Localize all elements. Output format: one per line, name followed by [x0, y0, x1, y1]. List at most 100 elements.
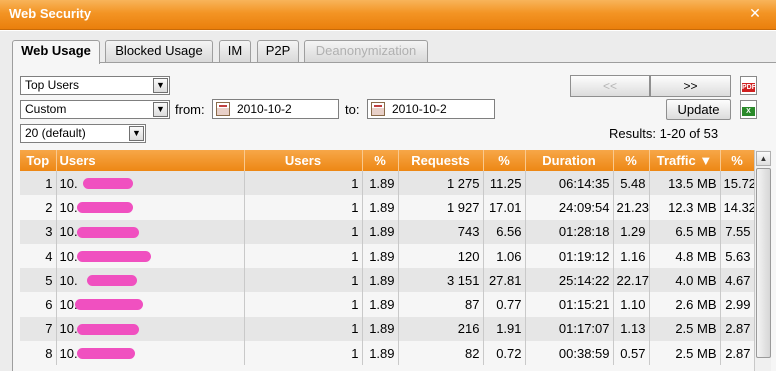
tab-im[interactable]: IM: [219, 40, 251, 62]
col-traffic[interactable]: Traffic ▼: [649, 150, 721, 171]
scroll-thumb[interactable]: [756, 168, 771, 358]
limit-select[interactable]: 20 (default) ▼: [20, 124, 146, 143]
cell-duration-pct: 1.10: [613, 292, 650, 317]
results-count: Results: 1-20 of 53: [609, 126, 719, 141]
cell-traffic: 4.0 MB: [649, 268, 721, 293]
cell-users-pct: 1.89: [362, 195, 399, 220]
tab-blocked-usage[interactable]: Blocked Usage: [105, 40, 213, 62]
cell-users: 1: [244, 316, 363, 342]
redaction-mark: [76, 323, 139, 335]
cell-duration-pct: 1.29: [613, 219, 650, 244]
cell-traffic: 13.5 MB: [649, 171, 721, 196]
redaction-mark: [86, 275, 137, 287]
table-row[interactable]: 3 10. 1 1.89 743 6.56 01:28:18 1.29 6.5 MB 7.55: [20, 219, 755, 244]
redaction-mark: [74, 299, 143, 311]
col-requests[interactable]: Requests: [398, 150, 484, 171]
cell-traffic-pct: 7.55: [720, 219, 755, 244]
user-ip-text: 10.: [59, 175, 78, 191]
next-page-button[interactable]: >>: [650, 75, 731, 97]
col-requests-pct[interactable]: %: [483, 150, 526, 171]
col-duration-pct[interactable]: %: [613, 150, 650, 171]
cell-top: 8: [20, 341, 57, 366]
cell-user: 10.: [56, 292, 245, 317]
user-ip-text: 10.: [59, 321, 78, 337]
cell-requests-pct: 17.01: [483, 195, 526, 220]
table-row[interactable]: 5 10. 1 1.89 3 151 27.81 25:14:22 22.17 4.0 MB 4.…: [20, 268, 755, 293]
update-button[interactable]: Update: [666, 99, 731, 120]
tab-p2p[interactable]: P2P: [257, 40, 299, 62]
table-row[interactable]: 2 10. 1 1.89 1 927 17.01 24:09:54 21.23 12.3 MB 1…: [20, 195, 755, 220]
calendar-icon[interactable]: [216, 102, 230, 116]
redaction-mark: [76, 202, 133, 214]
cell-duration: 01:17:07: [525, 316, 614, 342]
table-row[interactable]: 1 10. 1 1.89 1 275 11.25 06:14:35 5.48 13.5 MB 15…: [20, 171, 755, 196]
to-label: to:: [345, 102, 360, 117]
cell-top: 1: [20, 171, 57, 196]
cell-duration: 00:38:59: [525, 341, 614, 366]
cell-users-pct: 1.89: [362, 316, 399, 342]
cell-users: 1: [244, 268, 363, 293]
to-date-value: 2010-10-2: [392, 102, 447, 116]
scroll-up-icon[interactable]: ▲: [756, 151, 771, 166]
cell-user: 10.: [56, 268, 245, 293]
col-traffic-pct[interactable]: %: [720, 150, 755, 171]
cell-user: 10.: [56, 219, 245, 244]
redaction-mark: [82, 178, 133, 189]
excel-export-icon[interactable]: X: [740, 100, 757, 119]
table-row[interactable]: 4 10. 1 1.89 120 1.06 01:19:12 1.16 4.8 MB 5.63: [20, 243, 755, 269]
cell-duration-pct: 1.16: [613, 243, 650, 269]
cell-traffic-pct: 2.99: [720, 292, 755, 317]
period-select[interactable]: Custom ▼: [20, 100, 170, 119]
col-users-pct[interactable]: %: [362, 150, 399, 171]
cell-users-pct: 1.89: [362, 171, 399, 196]
cell-requests-pct: 0.77: [483, 292, 526, 317]
col-users-count[interactable]: Users: [244, 150, 363, 171]
cell-users: 1: [244, 341, 363, 366]
cell-user: 10.: [56, 195, 245, 220]
from-date-field[interactable]: 2010-10-2: [212, 99, 339, 119]
table-scrollbar[interactable]: ▲: [754, 150, 771, 371]
cell-user: 10.: [56, 243, 245, 269]
usage-table: Top Users Users % Requests % Duration % …: [20, 150, 755, 366]
to-date-field[interactable]: 2010-10-2: [367, 99, 495, 119]
cell-duration-pct: 1.13: [613, 316, 650, 342]
cell-requests: 1 927: [398, 195, 484, 220]
tab-web-usage[interactable]: Web Usage: [12, 40, 100, 64]
cell-requests: 87: [398, 292, 484, 317]
table-row[interactable]: 8 10. 1 1.89 82 0.72 00:38:59 0.57 2.5 MB 2.87: [20, 341, 755, 366]
cell-requests: 1 275: [398, 171, 484, 196]
limit-value: 20 (default): [25, 126, 86, 140]
cell-traffic: 2.5 MB: [649, 316, 721, 342]
pdf-export-icon[interactable]: PDF: [740, 76, 757, 95]
cell-duration: 01:28:18: [525, 219, 614, 244]
cell-top: 7: [20, 316, 57, 342]
cell-duration-pct: 0.57: [613, 341, 650, 366]
col-top[interactable]: Top: [20, 150, 57, 171]
cell-traffic: 4.8 MB: [649, 243, 721, 269]
report-type-select[interactable]: Top Users ▼: [20, 76, 170, 95]
cell-requests: 743: [398, 219, 484, 244]
redaction-mark: [76, 250, 151, 262]
table-row[interactable]: 6 10. 1 1.89 87 0.77 01:15:21 1.10 2.6 MB 2.99: [20, 292, 755, 317]
close-icon[interactable]: ✕: [748, 6, 762, 20]
cell-traffic-pct: 15.72: [720, 171, 755, 196]
calendar-icon[interactable]: [371, 102, 385, 116]
table-header-row: Top Users Users % Requests % Duration % …: [20, 150, 755, 171]
col-users-name[interactable]: Users: [56, 150, 245, 171]
col-duration[interactable]: Duration: [525, 150, 614, 171]
cell-requests-pct: 11.25: [483, 171, 526, 196]
cell-top: 2: [20, 195, 57, 220]
cell-duration: 06:14:35: [525, 171, 614, 196]
cell-users-pct: 1.89: [362, 243, 399, 269]
chevron-down-icon: ▼: [129, 126, 144, 141]
cell-traffic-pct: 4.67: [720, 268, 755, 293]
cell-top: 3: [20, 219, 57, 244]
report-type-value: Top Users: [25, 78, 80, 92]
cell-traffic: 12.3 MB: [649, 195, 721, 220]
cell-users-pct: 1.89: [362, 219, 399, 244]
user-ip-text: 10.: [59, 199, 78, 215]
table-row[interactable]: 7 10. 1 1.89 216 1.91 01:17:07 1.13 2.5 MB 2.87: [20, 316, 755, 342]
cell-user: 10.: [56, 171, 245, 196]
pdf-badge: PDF: [742, 83, 756, 92]
window-title: Web Security: [9, 6, 92, 21]
